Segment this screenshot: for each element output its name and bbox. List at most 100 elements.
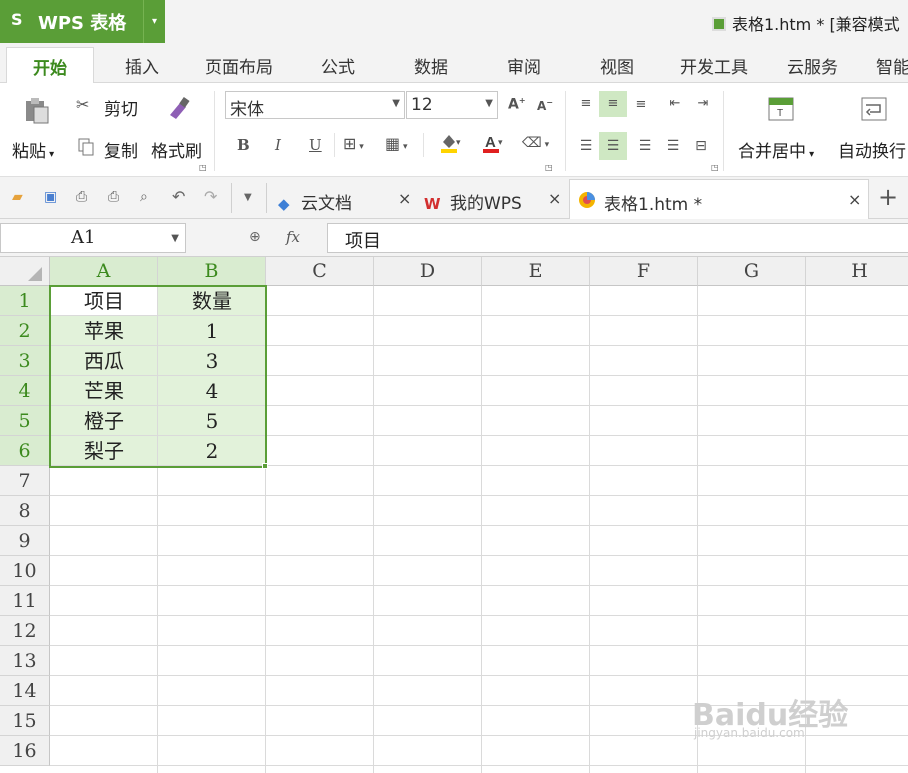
underline-button[interactable]: U	[309, 136, 322, 154]
formula-bar: A1 ▼ ⊕ fx 项目	[0, 219, 908, 257]
app-menu-button[interactable]: S WPS 表格 ▾	[0, 0, 165, 43]
doc-tab-cloud[interactable]: ◆ 云文档 ×	[278, 179, 418, 219]
doc-tab-label: 表格1.htm *	[604, 195, 703, 215]
print-icon[interactable]: ⎙	[108, 189, 119, 205]
name-box[interactable]: A1 ▼	[0, 223, 186, 253]
increase-indent-icon[interactable]: ⇥	[692, 91, 714, 117]
new-tab-plus-icon[interactable]: +	[878, 183, 898, 211]
row-header-10[interactable]: 10	[0, 556, 50, 586]
row-header-16[interactable]: 16	[0, 736, 50, 766]
select-all-corner[interactable]	[0, 257, 50, 286]
tab-data[interactable]: 数据	[414, 53, 448, 78]
column-header-e[interactable]: E	[482, 257, 590, 286]
align-middle-icon[interactable]: ≡	[599, 91, 627, 117]
format-painter-button[interactable]: 格式刷	[151, 137, 202, 162]
column-header-a[interactable]: A	[50, 257, 158, 286]
format-painter-icon[interactable]	[164, 95, 192, 123]
doc-tab-workbook[interactable]: 表格1.htm * ×	[569, 179, 869, 219]
save-icon[interactable]: ▣	[44, 189, 57, 205]
merge-center-button[interactable]: 合并居中 ▾	[738, 137, 814, 162]
tab-developer[interactable]: 开发工具	[680, 53, 748, 78]
font-launcher-icon[interactable]: ◳	[545, 163, 553, 172]
distributed-align-icon[interactable]: ⊟	[690, 132, 712, 160]
row-header-8[interactable]: 8	[0, 496, 50, 526]
wrap-text-button[interactable]: 自动换行	[838, 137, 906, 162]
formula-input[interactable]: 项目	[327, 223, 908, 253]
customize-toolbar-icon[interactable]: ▼	[244, 192, 252, 203]
row-header-2[interactable]: 2	[0, 316, 50, 346]
column-header-h[interactable]: H	[806, 257, 908, 286]
close-icon[interactable]: ×	[398, 189, 411, 208]
app-menu-dropdown-icon[interactable]: ▾	[143, 0, 165, 43]
align-right-icon[interactable]: ☰	[634, 132, 656, 160]
tab-review[interactable]: 审阅	[507, 53, 541, 78]
clear-format-icon[interactable]: ⌫ ▾	[522, 135, 549, 151]
italic-button[interactable]: I	[275, 136, 281, 154]
scissors-icon[interactable]: ✂	[76, 95, 89, 114]
row-header-6[interactable]: 6	[0, 436, 50, 466]
insert-function-button[interactable]: fx	[286, 228, 300, 246]
paste-icon[interactable]	[22, 95, 52, 125]
export-pdf-icon[interactable]: ⎙	[76, 189, 87, 205]
ribbon-separator	[565, 91, 566, 171]
align-left-icon[interactable]: ☰	[575, 132, 597, 160]
wps-logo-icon: S	[11, 10, 23, 29]
tab-page-layout[interactable]: 页面布局	[205, 53, 273, 78]
row-header-15[interactable]: 15	[0, 706, 50, 736]
row-header-1[interactable]: 1	[0, 286, 50, 316]
ribbon-tabs: 开始 插入 页面布局 公式 数据 审阅 视图 开发工具 云服务 智能	[0, 43, 908, 83]
redo-icon[interactable]: ↷	[204, 187, 217, 206]
row-header-7[interactable]: 7	[0, 466, 50, 496]
row-header-13[interactable]: 13	[0, 646, 50, 676]
increase-font-icon[interactable]: A+	[508, 96, 526, 113]
tab-smart[interactable]: 智能	[876, 53, 908, 78]
fill-handle[interactable]	[262, 463, 268, 469]
justify-icon[interactable]: ☰	[662, 132, 684, 160]
column-header-f[interactable]: F	[590, 257, 698, 286]
column-header-g[interactable]: G	[698, 257, 806, 286]
tab-cloud[interactable]: 云服务	[787, 53, 838, 78]
zoom-search-icon[interactable]: ⊕	[249, 229, 261, 245]
align-bottom-icon[interactable]: ≡	[630, 91, 652, 117]
print-preview-icon[interactable]: ⌕	[140, 189, 148, 205]
close-icon[interactable]: ×	[848, 190, 861, 209]
row-header-12[interactable]: 12	[0, 616, 50, 646]
cut-button[interactable]: 剪切	[104, 95, 138, 120]
align-top-icon[interactable]: ≡	[575, 91, 597, 117]
tab-home[interactable]: 开始	[6, 47, 94, 83]
tab-view[interactable]: 视图	[600, 53, 634, 78]
tab-insert[interactable]: 插入	[125, 53, 159, 78]
row-header-5[interactable]: 5	[0, 406, 50, 436]
column-header-c[interactable]: C	[266, 257, 374, 286]
decrease-indent-icon[interactable]: ⇤	[664, 91, 686, 117]
bold-button[interactable]: B	[237, 136, 250, 154]
row-header-14[interactable]: 14	[0, 676, 50, 706]
row-header-11[interactable]: 11	[0, 586, 50, 616]
fill-pattern-icon[interactable]: ▦ ▾	[385, 134, 408, 153]
column-header-b[interactable]: B	[158, 257, 266, 286]
font-name-select[interactable]: 宋体 ▼	[225, 91, 405, 120]
border-icon[interactable]: ⊞ ▾	[343, 134, 364, 153]
doc-tab-my-wps[interactable]: W 我的WPS ×	[424, 179, 566, 219]
wrap-text-icon[interactable]	[861, 97, 887, 121]
row-header-4[interactable]: 4	[0, 376, 50, 406]
clipboard-launcher-icon[interactable]: ◳	[199, 163, 207, 172]
undo-icon[interactable]: ↶	[172, 187, 185, 206]
decrease-font-icon[interactable]: A−	[537, 98, 553, 113]
row-header-9[interactable]: 9	[0, 526, 50, 556]
open-folder-icon[interactable]: ▰	[12, 189, 23, 205]
grid-line	[373, 286, 374, 773]
tab-formulas[interactable]: 公式	[321, 53, 355, 78]
paste-button[interactable]: 粘贴 ▾	[12, 137, 54, 162]
fill-color-icon[interactable]: ▾	[432, 132, 466, 158]
column-header-d[interactable]: D	[374, 257, 482, 286]
alignment-launcher-icon[interactable]: ◳	[711, 163, 719, 172]
copy-icon[interactable]	[78, 138, 94, 156]
font-size-select[interactable]: 12 ▼	[406, 91, 498, 119]
align-center-icon[interactable]: ☰	[599, 132, 627, 160]
row-header-3[interactable]: 3	[0, 346, 50, 376]
close-icon[interactable]: ×	[548, 189, 561, 208]
copy-button[interactable]: 复制	[104, 137, 138, 162]
font-color-icon[interactable]: A ▾	[474, 132, 508, 158]
merge-center-icon[interactable]: T	[768, 97, 794, 121]
